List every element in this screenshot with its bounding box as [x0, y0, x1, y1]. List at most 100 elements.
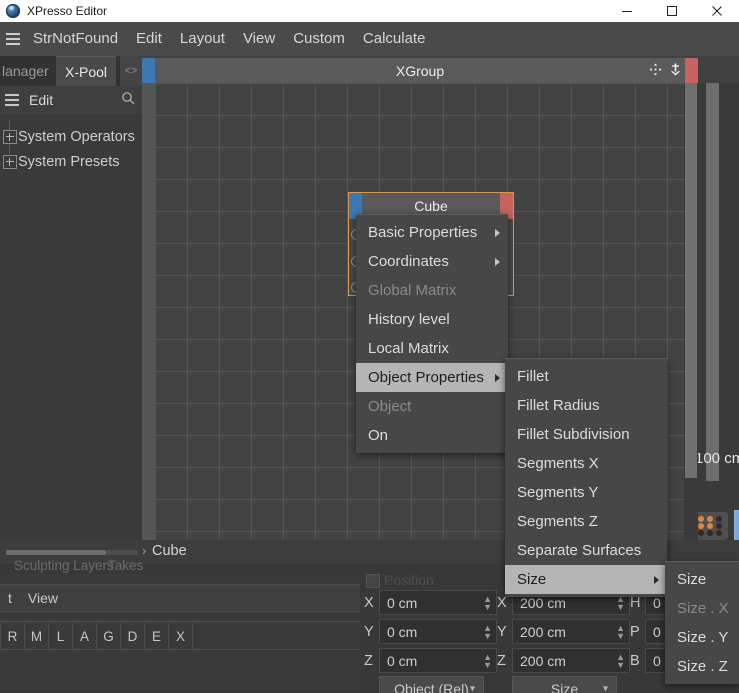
xgroup-title-icons [649, 58, 682, 83]
rotation-axis-b-label: B [630, 652, 640, 669]
tab-overflow-icon[interactable]: <> [120, 56, 142, 86]
hamburger-icon[interactable] [2, 33, 24, 45]
context-menu-level-2: Fillet Fillet Radius Fillet Subdivision … [505, 358, 667, 597]
size-mode-dropdown[interactable]: Size ▾ [512, 676, 617, 693]
menu-item-label: Size . X [677, 600, 729, 617]
menu-item-separate-surfaces[interactable]: Separate Surfaces [505, 536, 667, 565]
size-axis-z-label: Z [497, 652, 506, 669]
sub-tabs: Sculpting Layers Takes [0, 558, 360, 574]
letter-cell-l[interactable]: L [49, 623, 73, 649]
menu-view[interactable]: View [234, 22, 284, 56]
output-port-strip[interactable] [685, 58, 698, 83]
menu-item-local-matrix[interactable]: Local Matrix [356, 334, 508, 363]
menu-item-basic-properties[interactable]: Basic Properties [356, 218, 508, 247]
menu-item-label: Global Matrix [368, 282, 457, 299]
tree-item-system-operators[interactable]: System Operators [0, 124, 142, 149]
rotation-b-value: 0 [653, 652, 661, 669]
menu-item-coordinates[interactable]: Coordinates [356, 247, 508, 276]
position-x-field[interactable]: 0 cm ▲ ▼ [379, 590, 497, 615]
search-icon[interactable] [121, 91, 135, 110]
plus-icon[interactable] [3, 154, 17, 169]
context-menu-level-1: Basic Properties Coordinates Global Matr… [356, 214, 508, 453]
spinner-icon[interactable]: ▲ ▼ [483, 623, 492, 640]
hamburger-icon[interactable] [2, 94, 22, 106]
menu-item-label: On [368, 427, 389, 444]
spinner-icon[interactable]: ▲ ▼ [483, 594, 492, 611]
letter-cell-g[interactable]: G [97, 623, 121, 649]
right-scrollbar[interactable] [706, 83, 719, 481]
letter-cell-r[interactable]: R [0, 623, 25, 649]
menu-item-fillet[interactable]: Fillet [505, 362, 667, 391]
letter-cell-e[interactable]: E [145, 623, 169, 649]
menu-item-label: History level [368, 311, 450, 328]
maximize-icon[interactable] [649, 0, 694, 22]
xgroup-titlebar[interactable]: XGroup [142, 58, 698, 83]
menu-item-size-z[interactable]: Size . Z [665, 652, 739, 681]
menu-edit[interactable]: Edit [127, 22, 171, 56]
spinner-icon[interactable]: ▲ ▼ [483, 652, 492, 669]
anchor-point-grid[interactable] [694, 512, 728, 540]
tree-item-system-presets[interactable]: System Presets [0, 149, 142, 174]
tab-x-pool[interactable]: X-Pool [56, 56, 117, 87]
menu-item-segments-x[interactable]: Segments X [505, 449, 667, 478]
breadcrumb-object[interactable]: Cube [152, 543, 187, 559]
menu-item-segments-y[interactable]: Segments Y [505, 478, 667, 507]
menu-item-on[interactable]: On [356, 421, 508, 450]
menu-calculate[interactable]: Calculate [354, 22, 435, 56]
position-checkbox[interactable] [366, 574, 380, 588]
menu-item-history-level[interactable]: History level [356, 305, 508, 334]
window-controls [604, 0, 739, 22]
canvas-scrollbar-vertical[interactable] [684, 83, 698, 540]
submenu-arrow-icon [495, 228, 500, 237]
menu-strnotfound[interactable]: StrNotFound [24, 22, 127, 56]
spinner-icon[interactable]: ▲ ▼ [616, 652, 625, 669]
close-icon[interactable] [694, 0, 739, 22]
letter-cell-a[interactable]: A [73, 623, 97, 649]
subtab-takes[interactable]: Takes [108, 558, 143, 573]
cinema4d-orb-icon [6, 4, 20, 18]
menu-item-size[interactable]: Size [665, 565, 739, 594]
menu-item-fillet-subdivision[interactable]: Fillet Subdivision [505, 420, 667, 449]
tab-manager[interactable]: lanager [0, 56, 57, 86]
menu-item-fillet-radius[interactable]: Fillet Radius [505, 391, 667, 420]
scrollbar-thumb[interactable] [685, 83, 697, 478]
minimize-icon[interactable] [604, 0, 649, 22]
rotation-axis-p-label: P [630, 623, 640, 640]
letter-cell-m[interactable]: M [25, 623, 49, 649]
letter-cell-d[interactable]: D [121, 623, 145, 649]
letter-cell-x[interactable]: X [169, 623, 193, 649]
position-z-field[interactable]: 0 cm ▲ ▼ [379, 648, 497, 673]
size-mode-value: Size [550, 681, 579, 693]
menu-custom[interactable]: Custom [284, 22, 354, 56]
node-title: Cube [414, 198, 448, 214]
size-z-field[interactable]: 200 cm ▲ ▼ [512, 648, 630, 673]
menu-item-size[interactable]: Size [505, 565, 667, 594]
menu-layout[interactable]: Layout [171, 22, 234, 56]
tree-item-label: System Presets [18, 153, 120, 170]
breadcrumb-slider[interactable] [6, 550, 106, 555]
position-y-field[interactable]: 0 cm ▲ ▼ [379, 619, 497, 644]
move-icon[interactable] [649, 63, 662, 79]
tree-item-label: System Operators [18, 128, 135, 145]
menu-item-label: Fillet [517, 368, 549, 385]
menu-item-segments-z[interactable]: Segments Z [505, 507, 667, 536]
coordinate-mode-dropdown[interactable]: Object (Rel) ▾ [379, 676, 484, 693]
menu-item-size-y[interactable]: Size . Y [665, 623, 739, 652]
subtab-sculpting-layers[interactable]: Sculpting Layers [14, 558, 114, 573]
letter-toolbar: R M L A G D E X [0, 622, 360, 650]
position-axis-x-label: X [364, 594, 374, 611]
input-port-strip[interactable] [142, 58, 155, 83]
menu-item-label: Size . Y [677, 629, 729, 646]
anchor-icon[interactable] [669, 63, 682, 79]
chevron-down-icon: ▾ [469, 683, 475, 693]
window-title: XPresso Editor [27, 4, 108, 18]
menubar: StrNotFound Edit Layout View Custom Calc… [0, 22, 739, 56]
spinner-icon[interactable]: ▲ ▼ [616, 623, 625, 640]
menu-item-object-properties[interactable]: Object Properties [356, 363, 508, 392]
xpool-edit-menu[interactable]: Edit [29, 92, 53, 108]
plus-icon[interactable] [3, 129, 17, 144]
position-x-value: 0 cm [387, 594, 418, 611]
size-y-field[interactable]: 200 cm ▲ ▼ [512, 619, 630, 644]
view-menu[interactable]: View [20, 590, 66, 606]
size-axis-y-label: Y [497, 623, 507, 640]
